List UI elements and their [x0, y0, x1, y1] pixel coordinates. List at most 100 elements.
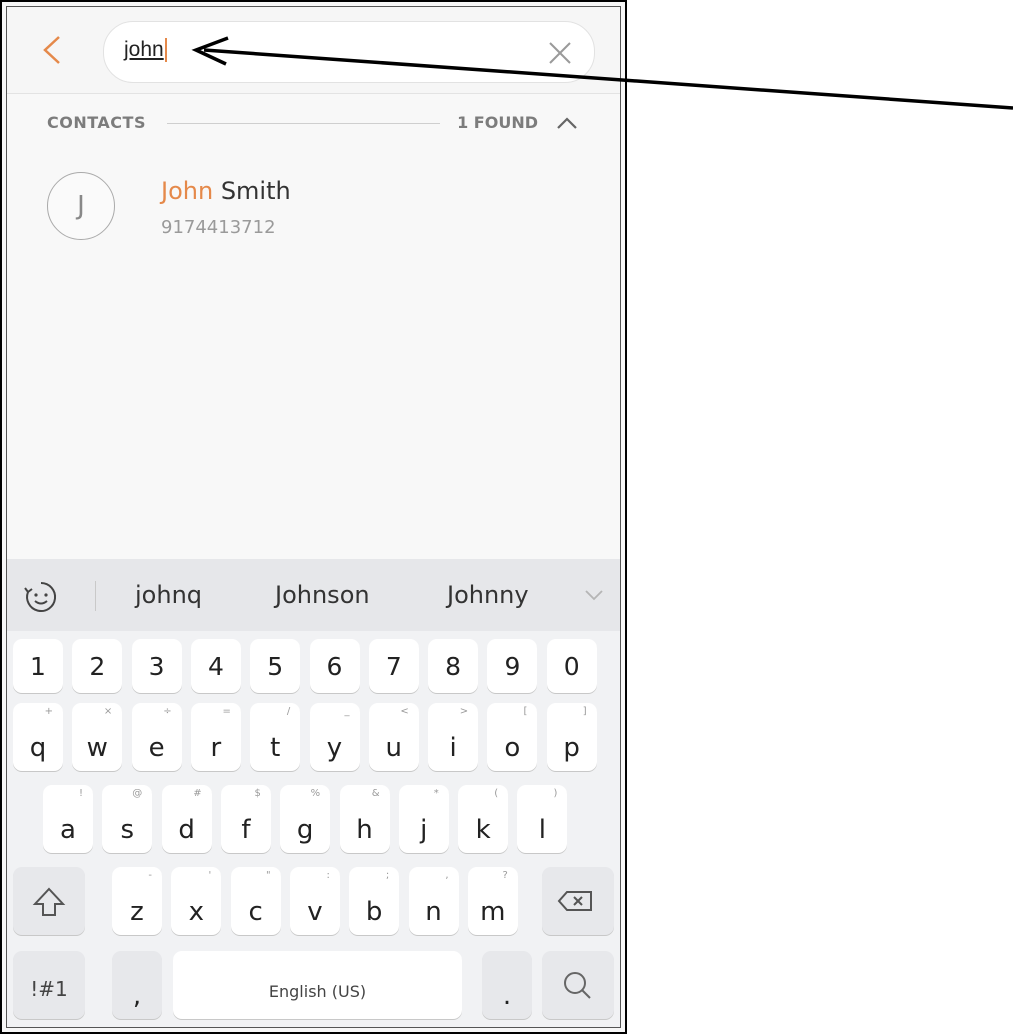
- key-label: .: [502, 981, 512, 1011]
- shift-key[interactable]: [13, 867, 85, 935]
- key-d[interactable]: # d: [161, 785, 212, 853]
- key-c[interactable]: " c: [230, 867, 281, 935]
- search-input[interactable]: john: [124, 38, 167, 63]
- period-key[interactable]: .: [482, 951, 532, 1019]
- key-secondary-label: &: [371, 788, 380, 799]
- key-r[interactable]: = r: [190, 703, 241, 771]
- contact-name: John Smith: [161, 177, 291, 205]
- key-label: 1: [30, 652, 46, 681]
- search-field[interactable]: john: [103, 21, 595, 83]
- key-secondary-label: ÷: [163, 706, 172, 717]
- on-screen-keyboard: johnq Johnson Johnny 1 2 3 4 5 6 7 8 9 0 + q × w ÷ e = r /…: [7, 559, 620, 1027]
- key-secondary-label: %: [310, 788, 321, 799]
- more-suggestions-button[interactable]: [579, 581, 609, 609]
- backspace-key[interactable]: [542, 867, 614, 935]
- key-z[interactable]: -z: [112, 867, 162, 935]
- phone-screen: john CONTACTS 1 FOUND J John Smith 91744…: [0, 0, 627, 1034]
- key-q[interactable]: + q: [13, 703, 63, 771]
- key-9[interactable]: 9: [487, 639, 538, 693]
- text-caret: [164, 38, 167, 63]
- key-label: v: [307, 897, 323, 927]
- key-label: 6: [326, 652, 343, 681]
- key-secondary-label: @: [132, 788, 143, 799]
- key-secondary-label: >: [459, 706, 469, 717]
- key-label: 5: [267, 652, 284, 681]
- key-n[interactable]: ,n: [408, 867, 459, 935]
- chevron-down-icon: [585, 590, 603, 601]
- key-7[interactable]: 7: [368, 639, 419, 693]
- key-a[interactable]: ! a: [43, 785, 93, 853]
- key-label: 0: [563, 652, 580, 681]
- key-v[interactable]: :v: [289, 867, 340, 935]
- key-label: 4: [207, 652, 224, 681]
- chevron-left-icon: [43, 36, 60, 64]
- avatar: J: [47, 172, 115, 240]
- key-p[interactable]: ] p: [546, 703, 597, 771]
- emoji-button[interactable]: [23, 579, 59, 615]
- key-secondary-label: +: [44, 706, 53, 717]
- key-4[interactable]: 4: [190, 639, 241, 693]
- key-2[interactable]: 2: [72, 639, 123, 693]
- key-label: i: [449, 733, 457, 763]
- key-w[interactable]: × w: [72, 703, 123, 771]
- key-j[interactable]: * j: [398, 785, 449, 853]
- key-o[interactable]: [o: [487, 703, 538, 771]
- search-query-text: john: [124, 38, 164, 61]
- key-secondary-label: -: [148, 870, 152, 881]
- key-h[interactable]: & h: [339, 785, 390, 853]
- collapse-section-button[interactable]: [554, 111, 580, 135]
- key-label: l: [538, 815, 546, 845]
- space-key[interactable]: English (US): [173, 951, 462, 1019]
- key-8[interactable]: 8: [428, 639, 479, 693]
- suggestion-1[interactable]: johnq: [135, 581, 202, 609]
- key-label: 7: [385, 652, 402, 681]
- key-label: z: [130, 897, 144, 927]
- key-k[interactable]: (k: [458, 785, 509, 853]
- key-secondary-label: *: [433, 788, 439, 799]
- search-key[interactable]: [542, 951, 614, 1019]
- key-label: c: [248, 897, 263, 927]
- suggestion-2[interactable]: Johnson: [275, 581, 370, 609]
- key-i[interactable]: > i: [428, 703, 479, 771]
- key-f[interactable]: $ f: [220, 785, 271, 853]
- key-t[interactable]: / t: [250, 703, 301, 771]
- comma-key[interactable]: ,: [112, 951, 162, 1019]
- suggestion-bar: johnq Johnson Johnny: [7, 559, 620, 631]
- key-x[interactable]: ' x: [171, 867, 222, 935]
- key-m[interactable]: ? m: [467, 867, 518, 935]
- key-g[interactable]: % g: [280, 785, 331, 853]
- key-secondary-label: =: [222, 706, 231, 717]
- key-u[interactable]: < u: [368, 703, 419, 771]
- key-l[interactable]: ) l: [517, 785, 568, 853]
- key-label: !#1: [30, 977, 68, 1001]
- key-label: o: [504, 733, 521, 763]
- key-label: s: [120, 815, 135, 845]
- key-label: d: [178, 815, 195, 845]
- key-1[interactable]: 1: [13, 639, 63, 693]
- key-b[interactable]: ; b: [349, 867, 400, 935]
- key-label: h: [356, 815, 373, 845]
- results-count: 1 FOUND: [457, 113, 538, 132]
- chevron-up-icon: [557, 117, 577, 129]
- key-e[interactable]: ÷ e: [131, 703, 182, 771]
- key-secondary-label: ): [553, 788, 558, 799]
- key-secondary-label: (: [494, 788, 499, 799]
- key-6[interactable]: 6: [309, 639, 360, 693]
- key-3[interactable]: 3: [131, 639, 182, 693]
- emoji-icon: [24, 581, 57, 612]
- symbols-key[interactable]: !#1: [13, 951, 85, 1019]
- key-y[interactable]: _ y: [309, 703, 360, 771]
- key-s[interactable]: @ s: [102, 785, 153, 853]
- key-label: ,: [132, 981, 142, 1011]
- key-secondary-label: ×: [103, 706, 113, 717]
- key-label: f: [241, 815, 251, 845]
- key-secondary-label: [: [523, 706, 528, 717]
- key-label: p: [563, 733, 580, 763]
- key-secondary-label: /: [286, 706, 291, 717]
- contact-result-row[interactable]: J John Smith 9174413712: [7, 157, 620, 257]
- suggestion-3[interactable]: Johnny: [447, 581, 529, 609]
- key-5[interactable]: 5: [250, 639, 301, 693]
- key-0[interactable]: 0: [546, 639, 597, 693]
- clear-search-button[interactable]: [542, 35, 576, 69]
- back-button[interactable]: [37, 25, 77, 75]
